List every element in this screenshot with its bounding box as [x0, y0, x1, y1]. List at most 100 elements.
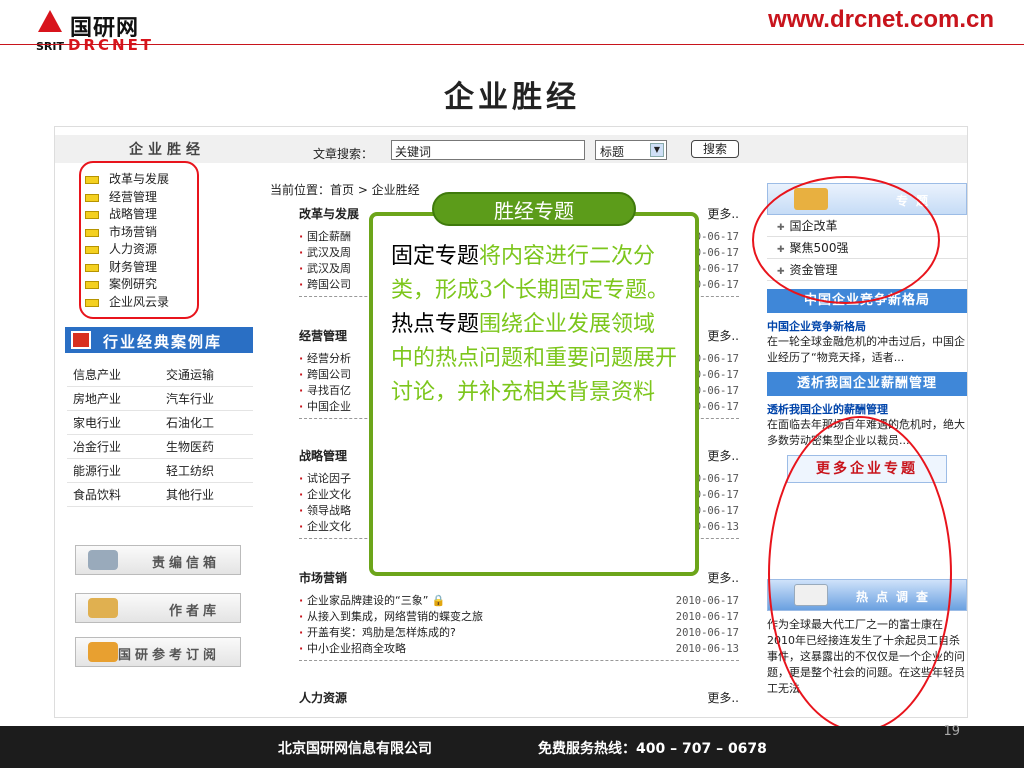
header-divider [0, 44, 1024, 45]
author-library-button[interactable]: 作者库 [75, 593, 241, 623]
industry-link[interactable]: 汽车行业 [160, 387, 253, 410]
industry-link[interactable]: 房地产业 [67, 387, 160, 410]
industry-link[interactable]: 石油化工 [160, 411, 253, 434]
industry-row: 信息产业 交通运输 [67, 363, 253, 387]
chevron-down-icon: ▼ [650, 143, 664, 157]
news-section: 人力资源 更多.. [299, 689, 739, 707]
highlight-ring-topics [752, 176, 940, 304]
lock-icon: 🔒 [431, 594, 446, 607]
news-item[interactable]: 从接入到集成，网络营销的蝶变之旅 2010-06-17 [299, 609, 739, 625]
industry-link[interactable]: 信息产业 [67, 363, 160, 386]
topic-banner[interactable]: 透析我国企业薪酬管理 [767, 372, 967, 396]
section-title[interactable]: 市场营销 [299, 571, 347, 585]
feature-title[interactable]: 中国企业竞争新格局 [767, 318, 967, 334]
news-date: 2010-06-17 [675, 595, 739, 607]
more-link[interactable]: 更多.. [707, 447, 739, 464]
industry-link[interactable]: 其他行业 [160, 483, 253, 506]
section-title[interactable]: 人力资源 [299, 691, 347, 705]
document-icon [88, 642, 118, 662]
industry-row: 房地产业 汽车行业 [67, 387, 253, 411]
editor-mailbox-label: 责编信箱 [151, 556, 220, 571]
search-label: 文章搜索： [313, 147, 374, 161]
news-title[interactable]: 企业文化 [307, 519, 351, 535]
news-title[interactable]: 试论因子 [307, 471, 351, 487]
footer-hotline: 免费服务热线：400 – 707 – 0678 [538, 741, 767, 757]
industry-link[interactable]: 能源行业 [67, 459, 160, 482]
news-title[interactable]: 跨国公司 [307, 367, 351, 383]
news-date: 2010-06-13 [675, 643, 739, 655]
callout-tab: 胜经专题 [432, 192, 636, 226]
search-input[interactable]: 关键词 [391, 140, 585, 160]
industry-link[interactable]: 交通运输 [160, 363, 253, 386]
news-item[interactable]: 企业家品牌建设的“三象” 🔒 2010-06-17 [299, 593, 739, 609]
news-list: 企业家品牌建设的“三象” 🔒 2010-06-17 从接入到集成，网络营销的蝶变之… [299, 593, 739, 661]
news-item[interactable]: 中小企业招商全攻略 2010-06-13 [299, 641, 739, 657]
breadcrumb: 当前位置：首页 > 企业胜经 [270, 183, 420, 197]
pen-icon [88, 550, 118, 570]
industry-link[interactable]: 冶金行业 [67, 435, 160, 458]
section-title[interactable]: 经营管理 [299, 329, 347, 343]
highlight-ring-features [768, 416, 952, 732]
logo-srit-text: SRIT [36, 40, 64, 53]
highlight-ring-categories [79, 161, 199, 319]
site-url: www.drcnet.com.cn [768, 6, 994, 33]
fixed-topic-label: 固定专题 [391, 244, 480, 269]
news-title[interactable]: 经营分析 [307, 351, 351, 367]
logo-english-text: DRCNET [68, 36, 155, 54]
industry-link[interactable]: 生物医药 [160, 435, 253, 458]
more-link[interactable]: 更多.. [707, 689, 739, 706]
section-title[interactable]: 改革与发展 [299, 207, 359, 221]
search-button[interactable]: 搜索 [691, 140, 739, 158]
industry-row: 食品饮料 其他行业 [67, 483, 253, 507]
logo-triangle-icon [38, 10, 62, 32]
news-title[interactable]: 国企薪酬 [307, 229, 351, 245]
news-title-text: 企业家品牌建设的“三象” [307, 594, 432, 607]
news-title[interactable]: 企业文化 [307, 487, 351, 503]
search-field-select[interactable]: 标题 ▼ [595, 140, 667, 160]
industry-link[interactable]: 食品饮料 [67, 483, 160, 506]
more-link[interactable]: 更多.. [707, 327, 739, 344]
news-title[interactable]: 中小企业招商全攻略 [307, 641, 406, 657]
news-title[interactable]: 武汉及周 [307, 261, 351, 277]
news-title[interactable]: 领导战略 [307, 503, 351, 519]
section-header: 人力资源 更多.. [299, 689, 739, 707]
news-title[interactable]: 开盖有奖：鸡肋是怎样炼成的? [307, 625, 456, 641]
footer-bar: 北京国研网信息有限公司 免费服务热线：400 – 707 – 0678 [0, 726, 1024, 768]
news-date: 2010-06-17 [675, 627, 739, 639]
industry-grid: 信息产业 交通运输 房地产业 汽车行业 家电行业 石油化工 冶金行业 生物医药 能源行业… [67, 363, 253, 507]
author-library-label: 作者库 [168, 604, 220, 619]
industry-row: 冶金行业 生物医药 [67, 435, 253, 459]
case-library-header: 行业经典案例库 [65, 327, 253, 353]
more-link[interactable]: 更多.. [707, 205, 739, 222]
drcnet-logo: 国研网 SRIT DRCNET [34, 8, 184, 58]
industry-link[interactable]: 轻工纺织 [160, 459, 253, 482]
more-link[interactable]: 更多.. [707, 569, 739, 586]
news-item[interactable]: 开盖有奖：鸡肋是怎样炼成的? 2010-06-17 [299, 625, 739, 641]
news-title[interactable]: 从接入到集成，网络营销的蝶变之旅 [307, 609, 483, 625]
industry-link[interactable]: 家电行业 [67, 411, 160, 434]
feature-summary: 在一轮全球金融危机的冲击过后，中国企业经历了“物竞天择，适者... [767, 335, 965, 364]
news-title[interactable]: 中国企业 [307, 399, 351, 415]
subscription-label: 国研参考订阅 [117, 648, 220, 663]
people-icon [88, 598, 118, 618]
hot-topic-label: 热点专题 [391, 312, 480, 337]
left-column-header: 企业胜经 [129, 142, 205, 158]
footer-company: 北京国研网信息有限公司 [278, 741, 432, 757]
book-icon [71, 331, 91, 349]
news-title[interactable]: 企业家品牌建设的“三象” 🔒 [307, 593, 446, 609]
news-section: 市场营销 更多.. 企业家品牌建设的“三象” 🔒 2010-06-17 从接入到集成… [299, 569, 739, 661]
callout-box: 固定专题将内容进行二次分类，形成3个长期固定专题。 热点专题围绕企业发展领域中的… [369, 212, 699, 576]
editor-mailbox-button[interactable]: 责编信箱 [75, 545, 241, 575]
industry-row: 能源行业 轻工纺织 [67, 459, 253, 483]
slide-title: 企业胜经 [444, 80, 580, 115]
section-title[interactable]: 战略管理 [299, 449, 347, 463]
feature-title[interactable]: 透析我国企业的薪酬管理 [767, 401, 967, 417]
select-value: 标题 [600, 145, 625, 159]
news-date: 2010-06-17 [675, 611, 739, 623]
subscription-button[interactable]: 国研参考订阅 [75, 637, 241, 667]
industry-row: 家电行业 石油化工 [67, 411, 253, 435]
news-title[interactable]: 寻找百亿 [307, 383, 351, 399]
page-number: 19 [943, 724, 960, 739]
news-title[interactable]: 跨国公司 [307, 277, 351, 293]
news-title[interactable]: 武汉及周 [307, 245, 351, 261]
